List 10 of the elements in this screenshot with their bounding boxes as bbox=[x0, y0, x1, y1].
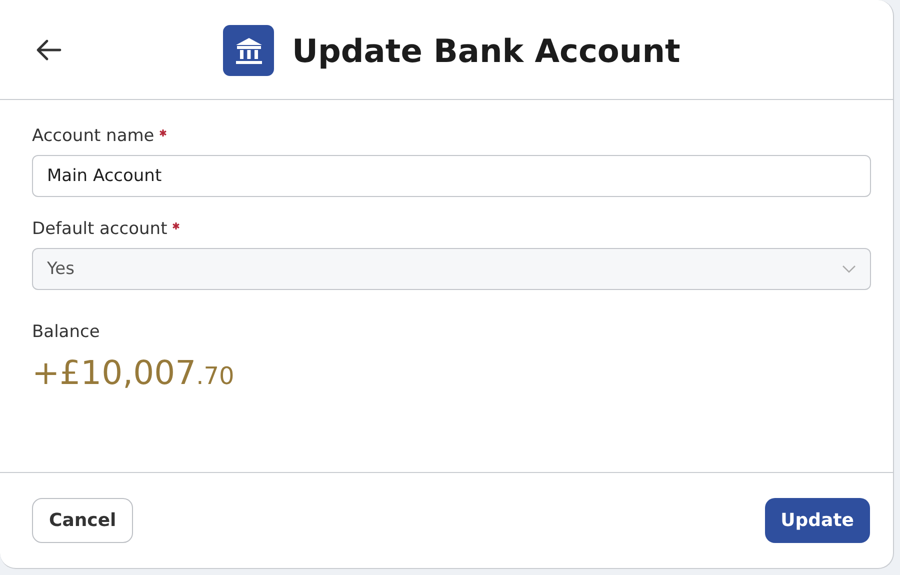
dialog-title: Update Bank Account bbox=[292, 32, 680, 70]
bank-icon bbox=[223, 25, 274, 76]
update-button[interactable]: Update bbox=[764, 498, 870, 543]
chevron-icon bbox=[842, 265, 856, 273]
field-label: Default account bbox=[32, 219, 168, 239]
input-field[interactable]: Main Account bbox=[32, 155, 871, 197]
field-label: Account name bbox=[32, 126, 154, 146]
balance-label: Balance bbox=[32, 322, 101, 342]
balance-amount: +£10,007.70 bbox=[32, 353, 236, 392]
cancel-button[interactable]: Cancel bbox=[32, 498, 134, 543]
